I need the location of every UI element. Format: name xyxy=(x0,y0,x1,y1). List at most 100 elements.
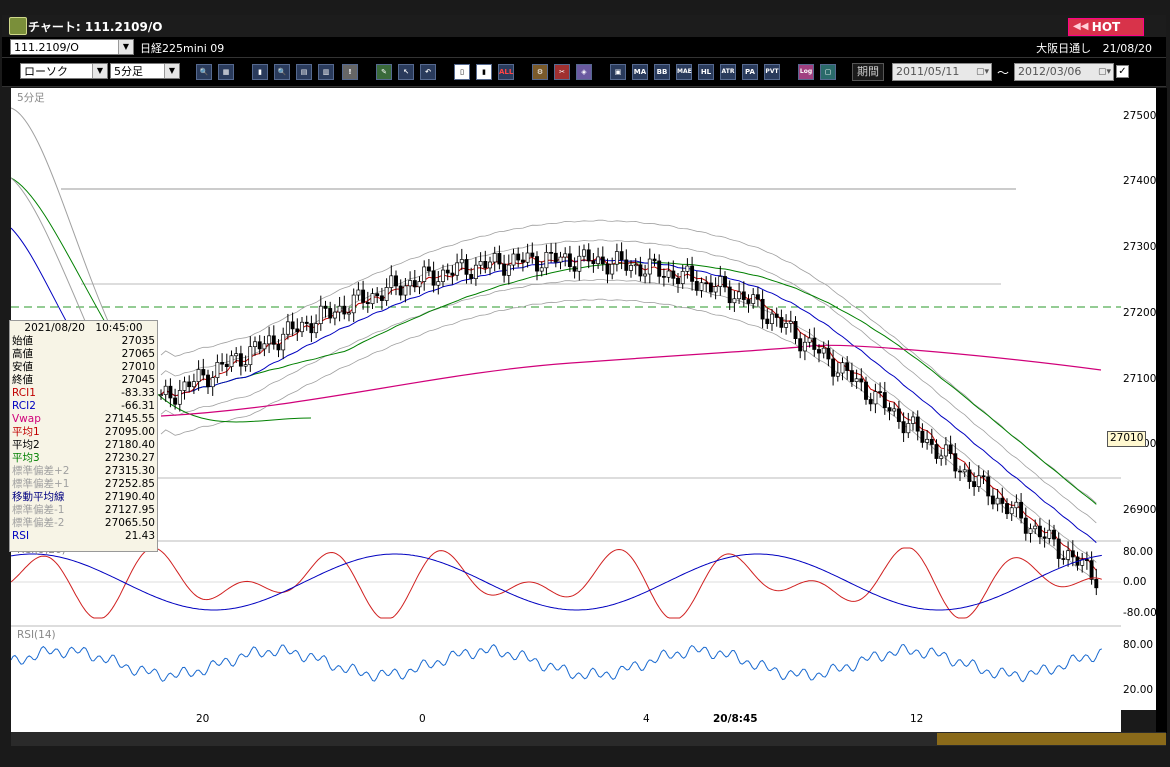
candle-body xyxy=(520,259,525,263)
bars-icon[interactable]: ▥ xyxy=(318,64,334,80)
candle-add-icon[interactable]: ▮ xyxy=(252,64,268,80)
candle-body xyxy=(1023,517,1028,534)
candle-body xyxy=(849,370,854,382)
candle-body xyxy=(1014,501,1019,509)
candle-body xyxy=(1042,536,1047,539)
undo-icon[interactable]: ↶ xyxy=(420,64,436,80)
cursor-icon[interactable]: ↖ xyxy=(398,64,414,80)
chart-type-select[interactable]: ローソク ▼ xyxy=(20,63,108,79)
alert-icon[interactable]: ! xyxy=(342,64,358,80)
info-row: 終値 27045 xyxy=(10,374,157,387)
candle-body xyxy=(925,438,930,443)
atr-button[interactable]: ATR xyxy=(720,64,736,80)
info-row: RSI 21.43 xyxy=(10,530,157,543)
candle-fill-icon[interactable]: ▮ xyxy=(476,64,492,80)
candle-body xyxy=(285,321,290,335)
search-chart-icon[interactable]: 🔍 xyxy=(274,64,290,80)
period-checkbox[interactable]: ✓ xyxy=(1116,65,1129,78)
grid-icon[interactable]: ▦ xyxy=(218,64,234,80)
period-button[interactable]: 期間 xyxy=(852,63,884,81)
info-row-label: 安値 xyxy=(12,361,33,373)
chevron-down-icon[interactable]: ▼ xyxy=(92,64,107,78)
candle-body xyxy=(492,253,497,263)
info-row-value: 27065 xyxy=(121,348,155,360)
info-rows: 始値 27035 高値 27065 安値 27010 終値 27045 RCI1 -83.33 RC… xyxy=(10,335,157,543)
current-price-tag: 27010 xyxy=(1107,431,1147,447)
candle-body xyxy=(643,273,648,277)
candle-body xyxy=(906,423,911,434)
price-tick: 27300 xyxy=(1123,241,1157,253)
chevron-down-icon[interactable]: ▼ xyxy=(118,40,133,54)
candle-body xyxy=(943,444,948,457)
chart-canvas[interactable] xyxy=(11,88,1121,708)
candle-body xyxy=(633,264,638,267)
all-icon[interactable]: ALL xyxy=(498,64,514,80)
calendar-icon[interactable]: ▢▾ xyxy=(976,64,989,80)
candle-body xyxy=(187,381,192,388)
info-row-value: 27045 xyxy=(121,374,155,386)
timeframe-value: 5分足 xyxy=(114,65,143,78)
candle-body xyxy=(384,287,389,301)
horizontal-scrollbar[interactable] xyxy=(11,732,1166,746)
calendar-icon[interactable]: ▢▾ xyxy=(1098,64,1111,80)
candle-body xyxy=(422,266,427,282)
pvt-button[interactable]: PVT xyxy=(764,64,780,80)
candle-body xyxy=(690,265,695,282)
candle-body xyxy=(1052,529,1056,540)
indicator-icon[interactable]: ▣ xyxy=(610,64,626,80)
zoom-icon[interactable]: 🔍 xyxy=(196,64,212,80)
chart-area[interactable]: 5分足 RCI(9,26) RSI(14) xyxy=(11,88,1121,708)
candle-body xyxy=(793,321,798,339)
info-row-value: 21.43 xyxy=(124,530,155,542)
info-row: 始値 27035 xyxy=(10,335,157,348)
candle-body xyxy=(704,282,709,285)
chevron-down-icon[interactable]: ▼ xyxy=(164,64,179,78)
bb-button[interactable]: BB xyxy=(654,64,670,80)
candle-body xyxy=(610,263,615,275)
chart-type-value: ローソク xyxy=(24,65,68,78)
symbol-select[interactable]: 111.2109/O ▼ xyxy=(10,39,134,55)
candle-body xyxy=(436,281,441,286)
date-from-field[interactable]: 2011/05/11 ▢▾ xyxy=(892,63,992,81)
pa-button[interactable]: PA xyxy=(742,64,758,80)
timeframe-select[interactable]: 5分足 ▼ xyxy=(110,63,180,79)
candle-body xyxy=(680,271,685,284)
hl-button[interactable]: HL xyxy=(698,64,714,80)
candle-body xyxy=(563,253,568,258)
time-axis: 20 0 4 20/8:45 12 xyxy=(11,708,1121,732)
candle-body xyxy=(868,399,873,405)
pen-icon[interactable]: ✎ xyxy=(376,64,392,80)
compare-icon[interactable]: ▤ xyxy=(296,64,312,80)
candle-body xyxy=(375,293,380,297)
candle-body xyxy=(614,251,619,265)
candle-body xyxy=(567,253,572,267)
candle-body xyxy=(835,372,840,377)
candle-body xyxy=(445,269,450,274)
ma-button[interactable]: MA xyxy=(632,64,648,80)
window-icon[interactable]: ▢ xyxy=(820,64,836,80)
candle-body xyxy=(304,321,309,324)
candle-body xyxy=(262,343,267,350)
candle-body xyxy=(713,286,718,293)
session-label: 大阪日通し xyxy=(1036,42,1092,55)
candle-body xyxy=(253,341,257,348)
candle-icon[interactable]: ▯ xyxy=(454,64,470,80)
tools-icon[interactable]: ✂ xyxy=(554,64,570,80)
vertical-scrollbar[interactable] xyxy=(1156,88,1167,733)
candle-body xyxy=(986,476,991,497)
candle-body xyxy=(469,274,474,279)
info-row-label: Vwap xyxy=(12,413,41,425)
info-row-label: 平均2 xyxy=(12,439,40,451)
date-from-value: 2011/05/11 xyxy=(896,65,960,78)
mae-button[interactable]: MAE xyxy=(676,64,692,80)
scroll-thumb[interactable] xyxy=(937,733,1166,745)
candle-body xyxy=(934,444,939,459)
date-to-field[interactable]: 2012/03/06 ▢▾ xyxy=(1014,63,1114,81)
palette-icon[interactable]: ◈ xyxy=(576,64,592,80)
log-button[interactable]: Log xyxy=(798,64,814,80)
settings-icon[interactable]: ⚙ xyxy=(532,64,548,80)
hot-button[interactable]: ◀◀ HOT xyxy=(1068,18,1144,36)
candle-body xyxy=(300,321,304,333)
candle-body xyxy=(1061,558,1066,560)
candle-body xyxy=(845,362,850,371)
